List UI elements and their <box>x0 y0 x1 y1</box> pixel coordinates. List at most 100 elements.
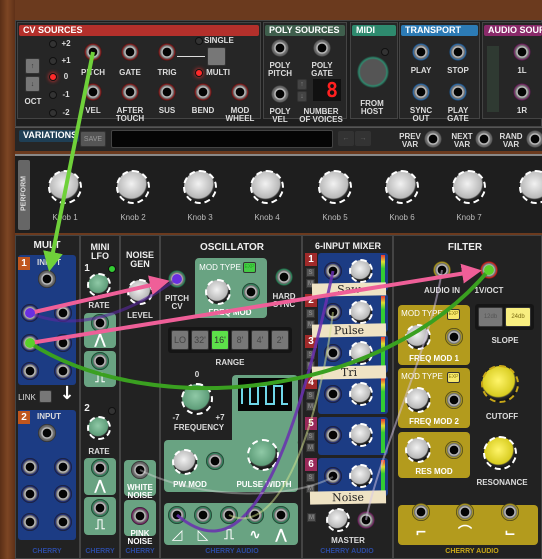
prev-variation-arrow[interactable]: ← <box>338 131 354 146</box>
lfo-1-rate-knob[interactable] <box>87 273 111 297</box>
single-multi-toggle[interactable] <box>207 47 226 66</box>
mixer-channel-4-mute-button[interactable]: M <box>306 402 315 411</box>
mult-2-input-jack[interactable] <box>38 424 56 442</box>
freq-mod-1-jack[interactable] <box>445 328 463 346</box>
mixer-channel-3-solo-button[interactable]: S <box>306 350 315 359</box>
mixer-channel-5-input-jack[interactable] <box>324 426 342 444</box>
mult-2-out-jack[interactable] <box>21 458 39 476</box>
saw-out-jack[interactable] <box>168 506 186 524</box>
perform-knob-7[interactable] <box>452 170 486 204</box>
oct-down-button[interactable]: ↓ <box>25 76 40 92</box>
pitch-cv-jack[interactable] <box>168 270 186 288</box>
res-mod-jack[interactable] <box>445 441 463 459</box>
mixer-channel-6-solo-button[interactable]: S <box>306 473 315 482</box>
save-button[interactable]: SAVE <box>80 131 106 147</box>
mult-1-out-jack[interactable] <box>21 362 39 380</box>
range-2[interactable]: 2' <box>271 330 289 350</box>
pitch-jack[interactable] <box>84 43 102 61</box>
highpass-out-jack[interactable] <box>501 503 519 521</box>
audio-1r-jack[interactable] <box>513 83 531 101</box>
lowpass-out-jack[interactable] <box>412 503 430 521</box>
mult-1-out-jack[interactable] <box>21 304 39 322</box>
trig-jack[interactable] <box>158 43 176 61</box>
pulse-out-jack[interactable] <box>220 506 238 524</box>
next-var-jack[interactable] <box>475 130 493 148</box>
mult-1-out-jack[interactable] <box>54 362 72 380</box>
freq-mod-jack[interactable] <box>242 283 260 301</box>
osc-exp-button[interactable]: EXP <box>243 262 256 273</box>
res-mod-knob[interactable] <box>405 437 431 463</box>
white-noise-jack[interactable] <box>131 461 149 479</box>
hard-sync-jack[interactable] <box>275 268 293 286</box>
cutoff-knob[interactable] <box>481 365 519 403</box>
mult-2-out-jack[interactable] <box>21 485 39 503</box>
freq-mod-1-knob[interactable] <box>405 324 431 350</box>
mixer-channel-2-input-jack[interactable] <box>324 303 342 321</box>
mixer-channel-3-input-jack[interactable] <box>324 344 342 362</box>
gate-jack[interactable] <box>121 43 139 61</box>
vel-jack[interactable] <box>84 83 102 101</box>
bend-jack[interactable] <box>194 83 212 101</box>
slope-12db-button[interactable]: 12db <box>478 307 503 327</box>
range-4[interactable]: 4' <box>251 330 269 350</box>
bandpass-out-jack[interactable] <box>456 503 474 521</box>
frequency-knob[interactable] <box>181 383 213 415</box>
range-16[interactable]: 16' <box>211 330 229 350</box>
master-mute-button[interactable]: M <box>307 513 316 522</box>
mixer-channel-2-level-knob[interactable] <box>349 300 373 324</box>
perform-knob-3[interactable] <box>183 170 217 204</box>
mult-2-out-jack[interactable] <box>21 513 39 531</box>
poly-pitch-jack[interactable] <box>271 39 289 57</box>
voices-up-button[interactable]: ↑ <box>297 79 307 90</box>
mult-1-out-jack[interactable] <box>54 304 72 322</box>
oct-led-0[interactable] <box>49 73 57 81</box>
triangle-out-jack[interactable] <box>272 506 290 524</box>
pw-mod-knob[interactable] <box>172 449 198 475</box>
stop-jack[interactable] <box>449 43 467 61</box>
sine-out-jack[interactable] <box>246 506 264 524</box>
range-lo[interactable]: LO <box>171 330 189 350</box>
noise-level-knob[interactable] <box>127 279 153 305</box>
v-oct-jack[interactable] <box>480 261 498 279</box>
mult-1-out-jack[interactable] <box>21 334 39 352</box>
range-32[interactable]: 32' <box>191 330 209 350</box>
variation-name-field[interactable] <box>111 130 333 148</box>
range-8[interactable]: 8' <box>231 330 249 350</box>
mixer-channel-6-input-jack[interactable] <box>324 467 342 485</box>
sus-jack[interactable] <box>158 83 176 101</box>
mixer-channel-4-input-jack[interactable] <box>324 385 342 403</box>
oct-led-minus2[interactable] <box>49 109 57 117</box>
mixer-channel-2-solo-button[interactable]: S <box>306 309 315 318</box>
perform-knob-2[interactable] <box>116 170 150 204</box>
mult-2-out-jack[interactable] <box>54 513 72 531</box>
pink-noise-jack[interactable] <box>131 507 149 525</box>
lfo-2-triangle-jack[interactable] <box>91 459 109 477</box>
mult-1-out-jack[interactable] <box>54 334 72 352</box>
freq-mod-2-knob[interactable] <box>405 387 431 413</box>
mixer-channel-6-level-knob[interactable] <box>349 464 373 488</box>
perform-knob-4[interactable] <box>250 170 284 204</box>
perform-knob-1[interactable] <box>48 170 82 204</box>
lfo-1-square-jack[interactable] <box>91 352 109 370</box>
mult-2-out-jack[interactable] <box>54 458 72 476</box>
ramp-out-jack[interactable] <box>194 506 212 524</box>
master-knob[interactable] <box>326 508 350 532</box>
mixer-channel-1-solo-button[interactable]: S <box>306 268 315 277</box>
mixer-channel-5-level-knob[interactable] <box>349 423 373 447</box>
poly-vel-jack[interactable] <box>271 85 289 103</box>
lfo-2-square-jack[interactable] <box>91 499 109 517</box>
perform-knob-6[interactable] <box>385 170 419 204</box>
mod-wheel-jack[interactable] <box>231 83 249 101</box>
audio-in-jack[interactable] <box>433 261 451 279</box>
mult-2-out-jack[interactable] <box>54 485 72 503</box>
mixer-channel-1-level-knob[interactable] <box>349 259 373 283</box>
resonance-knob[interactable] <box>483 436 517 470</box>
link-button[interactable] <box>39 390 52 403</box>
freq-mod-knob[interactable] <box>205 279 231 305</box>
after-touch-jack[interactable] <box>121 83 139 101</box>
oct-led-minus1[interactable] <box>49 91 57 99</box>
prev-var-jack[interactable] <box>424 130 442 148</box>
next-variation-arrow[interactable]: → <box>355 131 371 146</box>
lfo-1-triangle-jack[interactable] <box>91 314 109 332</box>
mixer-channel-4-level-knob[interactable] <box>349 382 373 406</box>
